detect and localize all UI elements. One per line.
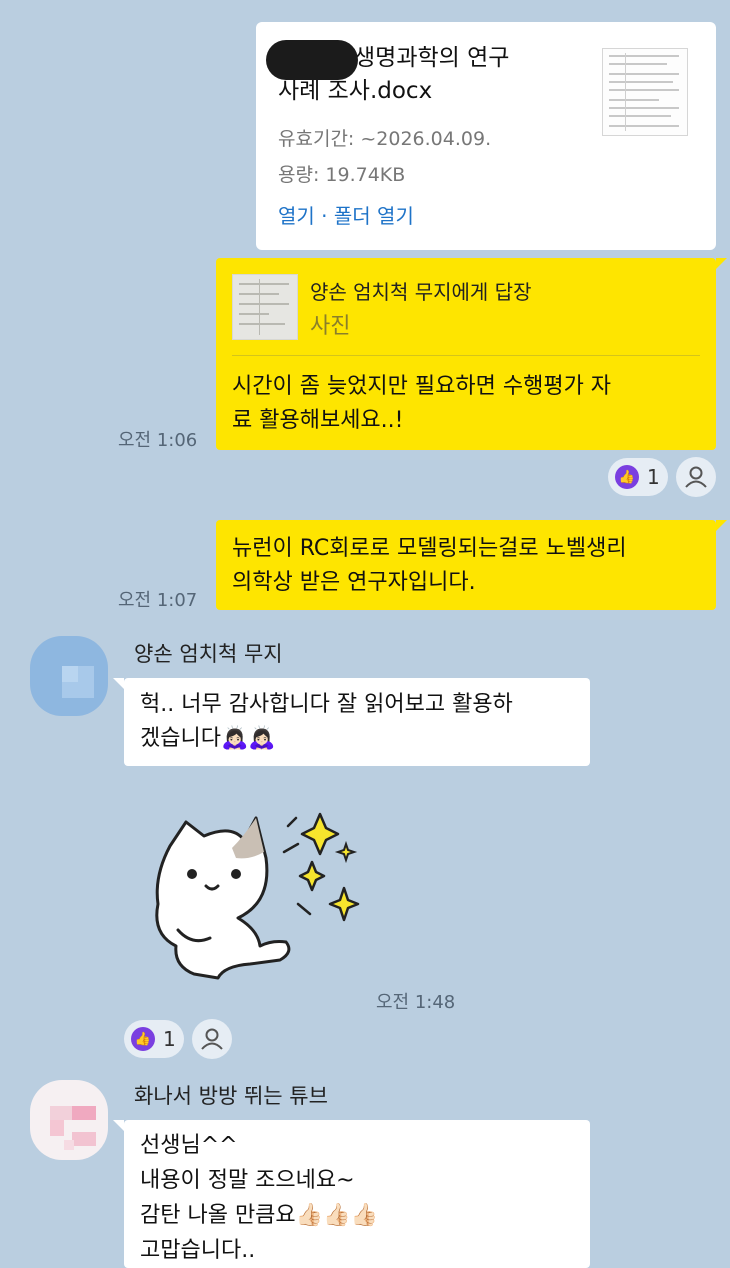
person-icon[interactable] [676, 457, 716, 497]
sender-name: 양손 엄치척 무지 [134, 642, 283, 666]
bubble-tail [113, 678, 124, 689]
message-text: 선생님^^ 내용이 정말 조으네요~ 감탄 나올 만큼요👍🏻👍🏻👍🏻 고맙습니다… [140, 1133, 378, 1263]
redacted-mark [266, 40, 358, 80]
avatar[interactable] [30, 1080, 108, 1160]
message-time: 오전 1:06 [118, 430, 198, 451]
reply-photo-thumbnail[interactable] [232, 274, 298, 340]
open-folder-link[interactable]: 폴더 열기 [334, 204, 414, 228]
thumbs-up-icon: 👍 [615, 465, 639, 489]
reply-divider [232, 355, 700, 356]
message-time: 오전 1:07 [118, 590, 198, 611]
cat-sticker[interactable] [140, 806, 380, 982]
link-separator: · [314, 204, 334, 228]
avatar[interactable] [30, 636, 108, 716]
reply-target: 양손 엄치척 무지에게 답장 [310, 280, 532, 304]
reply-kind: 사진 [310, 314, 351, 339]
message-text: 헉.. 너무 감사합니다 잘 읽어보고 활용하 겠습니다🙇🏻‍♀️🙇🏻‍♀️ [140, 692, 513, 751]
person-icon[interactable] [192, 1019, 232, 1059]
reply-message-text: 시간이 좀 늦었지만 필요하면 수행평가 자료 활용해보세요..! [232, 374, 612, 433]
file-links: 열기 · 폴더 열기 [278, 200, 414, 229]
rc-message-text: 뉴런이 RC회로로 모델링되는걸로 노벨생리 의학상 받은 연구자입니다. [232, 536, 627, 595]
sparkle-icon [282, 812, 360, 922]
bubble-tail [716, 520, 727, 531]
reaction-count: 1 [647, 465, 660, 489]
file-validity: 유효기간: ~2026.04.09. [278, 128, 492, 150]
message-time: 오전 1:48 [376, 992, 456, 1013]
reaction-pill[interactable]: 👍 1 [124, 1020, 184, 1058]
sender-name: 화나서 방방 뛰는 튜브 [134, 1084, 328, 1108]
document-thumbnail [602, 48, 688, 136]
reaction-count: 1 [163, 1027, 176, 1051]
thumbs-up-icon: 👍 [131, 1027, 155, 1051]
bubble-tail [716, 258, 727, 269]
bubble-tail [113, 1120, 124, 1131]
reaction-pill[interactable]: 👍 1 [608, 458, 668, 496]
file-size: 용량: 19.74KB [278, 164, 406, 186]
open-link[interactable]: 열기 [278, 204, 315, 228]
